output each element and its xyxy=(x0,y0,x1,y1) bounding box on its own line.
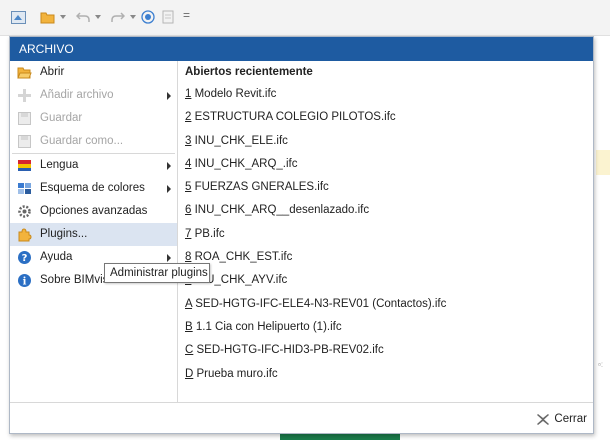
quick-access-toolbar: = xyxy=(0,0,610,36)
recent-file-name: INU_CHK_ARQ__desenlazado.ifc xyxy=(191,204,370,217)
submenu-arrow-icon xyxy=(167,92,171,100)
submenu-arrow-icon xyxy=(167,162,171,170)
recent-file-item[interactable]: 1 Modelo Revit.ifc xyxy=(178,83,593,106)
recent-file-name: INU_CHK_ELE.ifc xyxy=(191,134,288,147)
folder-open-icon xyxy=(17,67,32,79)
undo-icon[interactable] xyxy=(76,11,90,23)
recent-file-name: SED-HGTG-IFC-HID3-PB-REV02.ifc xyxy=(193,344,384,357)
recent-file-item[interactable]: 2 ESTRUCTURA COLEGIO PILOTOS.ifc xyxy=(178,106,593,129)
recent-file-name: 1.1 Cia con Helipuerto (1).ifc xyxy=(192,320,342,333)
color-scheme-icon xyxy=(18,183,31,194)
recent-file-name: ROA_CHK_EST.ifc xyxy=(191,251,293,264)
recent-file-name: ESTRUCTURA COLEGIO PILOTOS.ifc xyxy=(191,111,396,124)
redo-icon[interactable] xyxy=(111,11,125,23)
redo-dropdown-icon[interactable] xyxy=(130,15,136,19)
menu-item-lengua[interactable]: Lengua xyxy=(10,154,177,177)
save-as-icon xyxy=(18,135,31,148)
menu-item-guardar-como[interactable]: Guardar como... xyxy=(10,130,177,153)
recent-file-item[interactable]: C SED-HGTG-IFC-HID3-PB-REV02.ifc xyxy=(178,339,593,362)
menu-footer: Cerrar xyxy=(10,402,593,433)
menu-item-anadir-archivo[interactable]: Añadir archivo xyxy=(10,84,177,107)
menu-item-abrir[interactable]: Abrir xyxy=(10,61,177,84)
recent-file-name: INU_CHK_ARQ_.ifc xyxy=(191,157,298,170)
customize-toolbar-icon[interactable]: = xyxy=(183,8,190,22)
menu-item-label: Esquema de colores xyxy=(40,182,145,194)
recent-file-key: B xyxy=(185,320,193,333)
save-icon xyxy=(18,112,31,125)
target-icon[interactable] xyxy=(141,10,155,24)
recent-file-item[interactable]: 6 INU_CHK_ARQ__desenlazado.ifc xyxy=(178,199,593,222)
menu-item-plugins[interactable]: Plugins... xyxy=(10,223,177,246)
recent-file-item[interactable]: D Prueba muro.ifc xyxy=(178,363,593,386)
recent-file-item[interactable]: 5 FUERZAS GNERALES.ifc xyxy=(178,176,593,199)
menu-item-label: Abrir xyxy=(40,66,65,78)
recent-file-item[interactable]: 3 INU_CHK_ELE.ifc xyxy=(178,130,593,153)
menu-item-label: Ayuda xyxy=(40,251,73,263)
recent-file-name: Modelo Revit.ifc xyxy=(191,88,277,100)
recent-file-item[interactable]: 4 INU_CHK_ARQ_.ifc xyxy=(178,153,593,176)
plugins-tooltip: Administrar plugins xyxy=(104,263,210,283)
svg-text:?: ? xyxy=(22,253,28,264)
menu-item-label: Guardar xyxy=(40,112,83,124)
menu-item-opciones-avanzadas[interactable]: Opciones avanzadas xyxy=(10,200,177,223)
puzzle-icon xyxy=(18,228,32,242)
recent-file-item[interactable]: 9 INU_CHK_AYV.ifc xyxy=(178,269,593,292)
menu-item-label: Opciones avanzadas xyxy=(40,205,148,217)
close-icon xyxy=(537,414,550,425)
recent-file-item[interactable]: 8 ROA_CHK_EST.ifc xyxy=(178,246,593,269)
background-status-bar xyxy=(280,434,400,440)
gear-icon xyxy=(18,205,31,218)
page-icon[interactable] xyxy=(161,10,175,24)
recent-file-name: PB.ifc xyxy=(191,227,225,240)
recent-files-panel: Abiertos recientemente 1 Modelo Revit.if… xyxy=(178,61,593,402)
recent-file-item[interactable]: 7 PB.ifc xyxy=(178,223,593,246)
recent-files-title: Abiertos recientemente xyxy=(185,66,313,78)
recent-file-key: A xyxy=(185,297,193,310)
app-logo-icon[interactable] xyxy=(11,11,26,24)
menu-item-label: Lengua xyxy=(40,159,79,171)
menu-item-label: Guardar como... xyxy=(40,135,124,147)
recent-file-name: SED-HGTG-IFC-ELE4-N3-REV01 (Contactos).i… xyxy=(192,297,447,310)
add-file-icon xyxy=(18,89,31,102)
help-icon: ? xyxy=(18,251,31,264)
menu-item-label: Plugins... xyxy=(40,228,88,240)
background-mark: ▫ː xyxy=(598,360,604,369)
close-button[interactable]: Cerrar xyxy=(536,410,587,428)
recent-file-name: FUERZAS GNERALES.ifc xyxy=(191,181,329,194)
language-flag-icon xyxy=(18,160,31,171)
recent-file-item[interactable]: A SED-HGTG-IFC-ELE4-N3-REV01 (Contactos)… xyxy=(178,293,593,316)
svg-text:i: i xyxy=(23,277,27,288)
recent-file-item[interactable]: B 1.1 Cia con Helipuerto (1).ifc xyxy=(178,316,593,339)
menu-item-guardar[interactable]: Guardar xyxy=(10,107,177,130)
open-dropdown-icon[interactable] xyxy=(60,15,66,19)
background-panel xyxy=(596,150,610,175)
recent-file-name: Prueba muro.ifc xyxy=(193,367,278,380)
menu-item-esquema-colores[interactable]: Esquema de colores xyxy=(10,177,177,200)
menu-commands: Abrir Añadir archivo Guardar Guardar com… xyxy=(10,61,178,402)
info-icon: i xyxy=(18,274,31,288)
undo-dropdown-icon[interactable] xyxy=(95,15,101,19)
close-button-label: Cerrar xyxy=(554,413,587,425)
submenu-arrow-icon xyxy=(167,254,171,262)
open-folder-icon[interactable] xyxy=(40,10,56,24)
submenu-arrow-icon xyxy=(167,185,171,193)
file-menu: ARCHIVO Abrir Añadir archivo Guardar Gua… xyxy=(9,36,594,434)
menu-header[interactable]: ARCHIVO xyxy=(10,37,593,61)
menu-item-label: Añadir archivo xyxy=(40,89,114,101)
